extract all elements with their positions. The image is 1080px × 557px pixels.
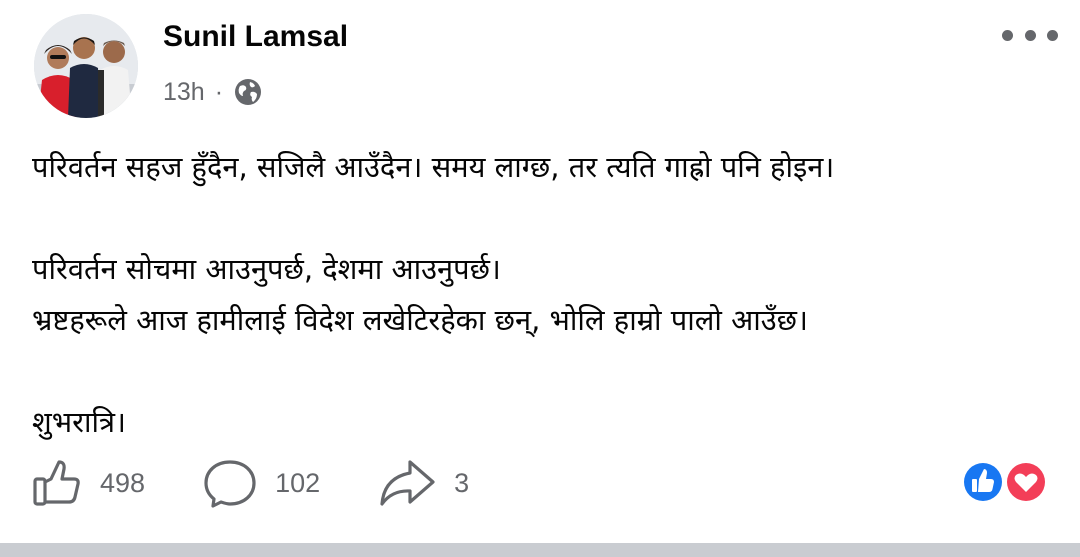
post-line: परिवर्तन सोचमा आउनुपर्छ, देशमा आउनुपर्छ। (32, 252, 501, 286)
love-reaction-icon (1005, 461, 1047, 503)
thumbs-up-icon (32, 458, 82, 508)
post-time[interactable]: 13h (163, 78, 205, 107)
post-body: परिवर्तन सहज हुँदैन, सजिलै आउँदैन। समय ल… (32, 142, 1062, 448)
post-divider (0, 543, 1080, 557)
like-button[interactable]: 498 (32, 458, 145, 508)
comment-icon (203, 458, 257, 508)
post-line: परिवर्तन सहज हुँदैन, सजिलै आउँदैन। समय ल… (32, 150, 835, 184)
post-actions: 498 102 3 (32, 455, 527, 511)
more-options-button[interactable] (1002, 24, 1058, 46)
more-dot-icon (1047, 29, 1058, 41)
like-reaction-icon (962, 461, 1004, 503)
comment-button[interactable]: 102 (203, 458, 320, 508)
avatar-photo (34, 14, 138, 118)
more-dot-icon (1002, 29, 1013, 41)
reaction-summary[interactable] (960, 459, 1050, 505)
post-line: भ्रष्टहरूले आज हामीलाई विदेश लखेटिरहेका … (32, 303, 809, 337)
comment-count: 102 (275, 467, 321, 498)
globe-icon (233, 77, 263, 107)
author-name[interactable]: Sunil Lamsal (163, 20, 348, 54)
author-avatar[interactable] (34, 14, 138, 118)
share-icon (378, 458, 436, 508)
share-count: 3 (454, 467, 470, 498)
meta-separator: · (214, 77, 224, 106)
post-meta: 13h · (163, 74, 263, 110)
post-line: शुभरात्रि। (32, 405, 126, 439)
like-count: 498 (100, 467, 146, 498)
share-button[interactable]: 3 (378, 458, 469, 508)
more-dot-icon (1024, 29, 1036, 41)
